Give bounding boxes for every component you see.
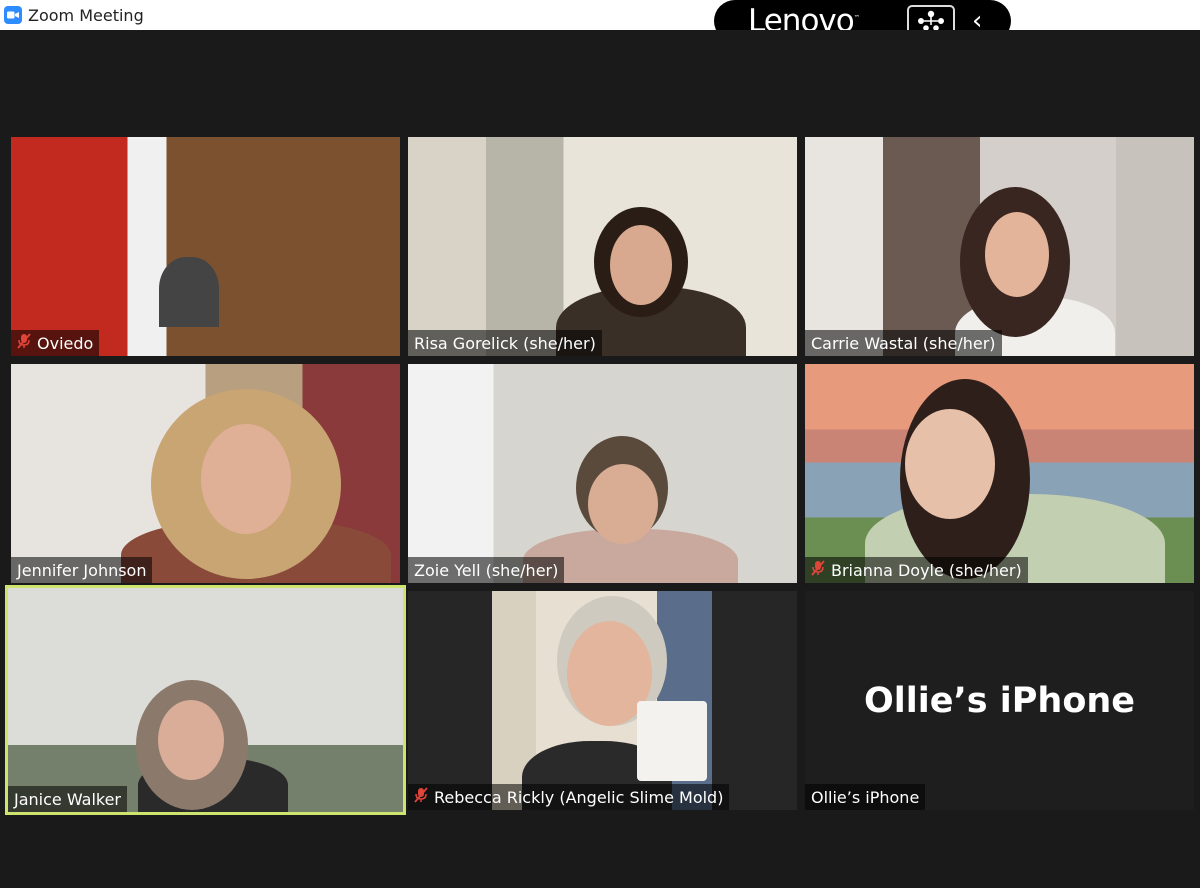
- participant-name-label: Jennifer Johnson: [11, 557, 153, 583]
- person-face: [905, 409, 995, 519]
- participant-name: Zoie Yell (she/her): [414, 560, 559, 580]
- person-face: [201, 424, 291, 534]
- video-tile-brianna-doyle[interactable]: Brianna Doyle (she/her): [805, 364, 1194, 583]
- person-face: [158, 700, 224, 780]
- participant-name-label: Janice Walker: [8, 786, 127, 812]
- window-titlebar: Zoom Meeting: [0, 0, 1200, 30]
- participant-name-label: Rebecca Rickly (Angelic Slime Mold): [408, 784, 730, 810]
- microphone-muted-icon: [414, 787, 428, 807]
- chair-shape: [159, 257, 219, 327]
- participant-name: Brianna Doyle (she/her): [831, 560, 1022, 580]
- participant-name-label: Carrie Wastal (she/her): [805, 330, 1002, 356]
- mug: [637, 701, 707, 781]
- video-tile-janice-walker[interactable]: Janice Walker: [5, 585, 406, 815]
- video-tile-rebecca-rickly[interactable]: Rebecca Rickly (Angelic Slime Mold): [408, 591, 797, 810]
- video-tile-oviedo[interactable]: Oviedo: [11, 137, 400, 356]
- zoom-app-icon: [4, 6, 22, 24]
- participant-name: Janice Walker: [14, 789, 121, 809]
- camera-feed: [492, 591, 712, 810]
- participant-name: Carrie Wastal (she/her): [811, 333, 996, 353]
- participant-name-label: Risa Gorelick (she/her): [408, 330, 602, 356]
- person-face: [985, 212, 1049, 297]
- video-gallery: Oviedo Risa Gorelick (she/her) Carrie Wa…: [0, 30, 1200, 888]
- participant-name: Rebecca Rickly (Angelic Slime Mold): [434, 787, 724, 807]
- video-tile-jennifer-johnson[interactable]: Jennifer Johnson: [11, 364, 400, 583]
- participant-name: Oviedo: [37, 333, 94, 353]
- participant-name-label: Ollie’s iPhone: [805, 784, 926, 810]
- participant-name: Ollie’s iPhone: [811, 787, 920, 807]
- participant-name-label: Zoie Yell (she/her): [408, 557, 565, 583]
- window-title: Zoom Meeting: [28, 5, 144, 25]
- video-tile-risa-gorelick[interactable]: Risa Gorelick (she/her): [408, 137, 797, 356]
- participant-name: Risa Gorelick (she/her): [414, 333, 596, 353]
- microphone-muted-icon: [17, 333, 31, 353]
- person-face: [588, 464, 658, 544]
- participant-name-label: Brianna Doyle (she/her): [805, 557, 1028, 583]
- video-tile-ollies-iphone[interactable]: Ollie’s iPhone Ollie’s iPhone: [805, 591, 1194, 810]
- person-face: [610, 225, 672, 305]
- microphone-muted-icon: [811, 560, 825, 580]
- video-tile-zoie-yell[interactable]: Zoie Yell (she/her): [408, 364, 797, 583]
- video-tile-carrie-wastal[interactable]: Carrie Wastal (she/her): [805, 137, 1194, 356]
- participant-name-label: Oviedo: [11, 330, 100, 356]
- video-off-display-name: Ollie’s iPhone: [863, 680, 1136, 721]
- participant-name: Jennifer Johnson: [17, 560, 147, 580]
